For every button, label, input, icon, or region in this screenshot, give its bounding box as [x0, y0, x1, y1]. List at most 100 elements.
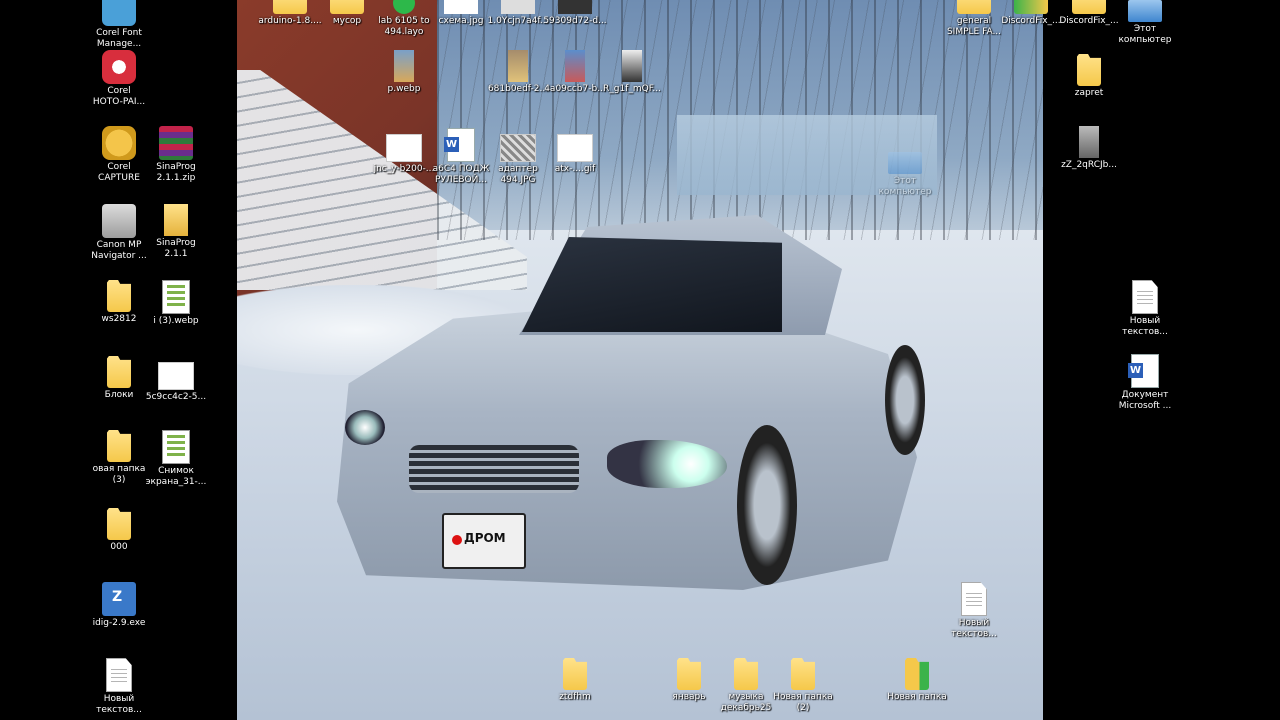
desktop-icon-p-webp[interactable]: p.webp [365, 50, 443, 95]
image-file-icon [162, 280, 190, 314]
icon-label: idig-2.9.exe [92, 618, 146, 628]
winrar-archive-icon [159, 126, 193, 160]
folder-icon [1077, 54, 1101, 86]
desktop-icon-000[interactable]: 000 [80, 508, 158, 553]
desktop-icon-new-text-bottom[interactable]: Новый текстов... [935, 582, 1013, 640]
icon-label: zZ_2qRCJb... [1061, 160, 1117, 170]
icon-label: Новая папка (2) [773, 692, 833, 713]
desktop-icon-corel-font[interactable]: Corel Font Manage... [80, 0, 158, 50]
folder-icon [107, 508, 131, 540]
photo-thumb-icon [1079, 126, 1099, 158]
image-file-icon [162, 430, 190, 464]
folder-icon [330, 0, 364, 14]
desktop-icon-this-computer[interactable]: Этот компьютер [1106, 0, 1184, 46]
folder-icon [791, 658, 815, 690]
desktop-icon-corel-photopaint[interactable]: Corel HOTO-PAI... [80, 50, 158, 108]
folder-icon [1072, 0, 1106, 14]
photo-thumb-icon [565, 50, 585, 82]
icon-label: SinaProg 2.1.1 [156, 238, 196, 259]
image-file-icon [444, 0, 478, 14]
desktop-icon-zadig[interactable]: idig-2.9.exe [80, 582, 158, 629]
icon-label: Новый текстов... [96, 694, 142, 715]
icon-label: 000 [110, 542, 128, 552]
corel-photopaint-icon [102, 50, 136, 84]
image-file-icon [158, 362, 194, 390]
computer-icon [888, 152, 922, 174]
text-document-icon [106, 658, 132, 692]
icon-label: Этот компьютер [878, 176, 932, 197]
folder-icon [273, 0, 307, 14]
image-file-icon [558, 0, 592, 14]
desktop-icon-ghost-computer: Этот компьютер [866, 144, 944, 198]
desktop-icon-59309d72[interactable]: 59309d72-d... [536, 0, 614, 27]
icon-label: i (3).webp [153, 316, 199, 326]
desktop-icon-i3-webp[interactable]: i (3).webp [137, 280, 215, 327]
icon-label: Документ Microsoft ... [1118, 390, 1172, 411]
car-windshield [522, 237, 782, 332]
folder-icon [563, 658, 587, 690]
folder-icon [107, 356, 131, 388]
car-rear-wheel [885, 345, 925, 455]
icon-label: Новый текстов... [951, 618, 997, 639]
wallpaper-car: ДРОМ [337, 215, 925, 595]
desktop-icon-5c9cc4c2[interactable]: 5c9cc4c2-5... [137, 356, 215, 403]
desktop-icon-new-text-left[interactable]: Новый текстов... [80, 658, 158, 716]
car-headlight-left [345, 410, 385, 445]
zadig-exe-icon [102, 582, 136, 616]
desktop-wallpaper: ДРОМ [237, 0, 1043, 720]
folder-icon [1014, 0, 1048, 14]
icon-label: 5c9cc4c2-5... [145, 392, 207, 402]
desktop-icon-new-folder[interactable]: Новая папка [878, 658, 956, 703]
icon-label: SinaProg 2.1.1.zip [156, 162, 196, 183]
photo-thumb-icon [394, 50, 414, 82]
word-document-icon [1128, 354, 1159, 388]
icon-label: R_g1f_mQF... [602, 84, 662, 94]
image-file-icon [501, 0, 535, 14]
canon-printer-icon [102, 204, 136, 238]
desktop-icon-zz-2qrcjb[interactable]: zZ_2qRCJb... [1050, 126, 1128, 171]
word-document-icon [444, 128, 475, 162]
folder-icon [905, 658, 929, 690]
desktop-icon-atx-gif[interactable]: atx-....gif [536, 128, 614, 175]
corel-font-icon [102, 0, 136, 26]
car-license-plate: ДРОМ [442, 513, 526, 569]
car-grille [409, 445, 579, 493]
image-file-icon [557, 134, 593, 162]
folder-icon [677, 658, 701, 690]
car-headlight-right [607, 440, 727, 488]
folder-icon [164, 204, 188, 236]
icon-label: ztdfhm [559, 692, 591, 702]
icon-label: Новая папка [887, 692, 947, 702]
folder-icon [734, 658, 758, 690]
text-document-icon [961, 582, 987, 616]
folder-icon [107, 430, 131, 462]
plate-text: ДРОМ [464, 531, 506, 545]
desktop-icon-new-folder-2[interactable]: Новая папка (2) [764, 658, 842, 714]
icon-label: atx-....gif [554, 164, 596, 174]
desktop-icon-sinaprog-folder[interactable]: SinaProg 2.1.1 [137, 204, 215, 260]
desktop-icon-new-text-right[interactable]: Новый текстов... [1106, 280, 1184, 338]
desktop-icon-sinaprog-zip[interactable]: SinaProg 2.1.1.zip [137, 126, 215, 184]
icon-label: Снимок экрана_31-... [145, 466, 207, 487]
layout-file-icon [393, 0, 415, 14]
desktop-icon-r-g1f[interactable]: R_g1f_mQF... [593, 50, 671, 95]
photo-thumb-icon [622, 50, 642, 82]
icon-label: Новый текстов... [1122, 316, 1168, 337]
icon-label: Этот компьютер [1118, 24, 1172, 45]
image-file-icon [500, 134, 536, 162]
icon-label: 59309d72-d... [543, 16, 607, 26]
computer-icon [1128, 0, 1162, 22]
photo-thumb-icon [508, 50, 528, 82]
corel-capture-icon [102, 126, 136, 160]
car-front-wheel [737, 425, 797, 585]
desktop-icon-zapret[interactable]: zapret [1050, 54, 1128, 99]
icon-label: p.webp [387, 84, 421, 94]
icon-label: zapret [1074, 88, 1104, 98]
desktop-icon-word-doc[interactable]: Документ Microsoft ... [1106, 354, 1184, 412]
folder-icon [107, 280, 131, 312]
desktop-icon-screenshot[interactable]: Снимок экрана_31-... [137, 430, 215, 488]
text-document-icon [1132, 280, 1158, 314]
icon-label: Corel HOTO-PAI... [92, 86, 146, 107]
icon-label: Corel Font Manage... [96, 28, 142, 49]
desktop-icon-ztdfhm[interactable]: ztdfhm [536, 658, 614, 703]
